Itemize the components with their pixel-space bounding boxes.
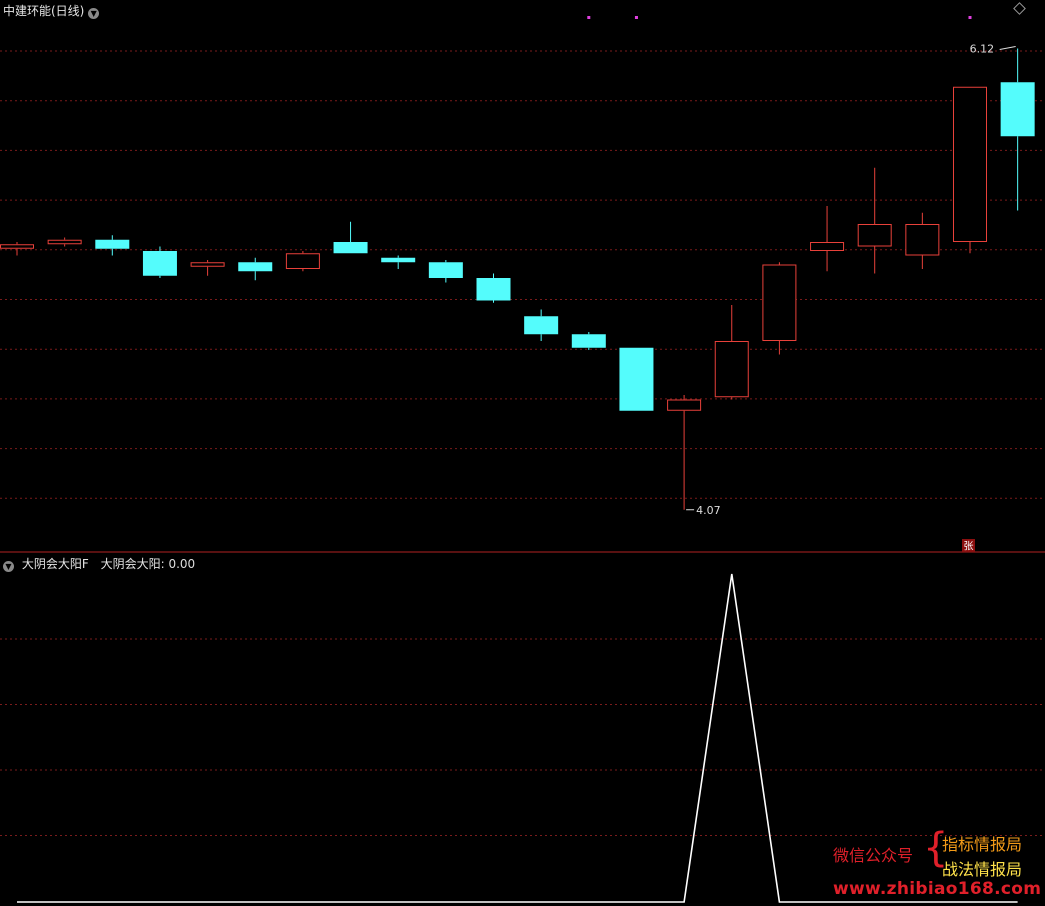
- candle-body: [0, 244, 34, 249]
- candle-body: [714, 341, 749, 398]
- candle-body: [810, 242, 845, 251]
- indicator-title: 大阴会大阳F: [21, 557, 89, 571]
- candle: [428, 260, 463, 283]
- watermark-line2: 战法情报局: [942, 860, 1023, 879]
- indicator-header: ▼ 大阴会大阳F 大阴会大阳: 0.00: [3, 555, 195, 572]
- candle-body: [619, 347, 654, 411]
- indicator-value: 0.00: [168, 557, 196, 571]
- candle-body: [47, 239, 82, 245]
- candle-body: [953, 86, 987, 242]
- candle: [0, 242, 34, 256]
- watermark-url: www.zhibiao168.com: [833, 879, 1042, 899]
- candle: [285, 251, 320, 272]
- chevron-down-icon[interactable]: ▼: [88, 8, 100, 19]
- chevron-down-icon[interactable]: ▼: [3, 561, 14, 572]
- candle-body: [762, 264, 797, 341]
- candle-body: [857, 224, 892, 247]
- candle: [47, 237, 82, 247]
- signal-markers: [587, 16, 972, 19]
- watermark-line1: 指标情报局: [942, 835, 1023, 854]
- candle-body: [667, 399, 702, 411]
- candle: [381, 255, 416, 269]
- watermark-wechat: 微信公众号: [833, 846, 914, 865]
- candle: [238, 257, 273, 281]
- candle: [762, 262, 797, 355]
- candlestick-series: [0, 48, 1035, 510]
- candle-body: [571, 334, 606, 348]
- candle-body: [238, 262, 273, 272]
- high-arrow: [999, 46, 1016, 50]
- chart-header: 中建环能(日线) ▼: [3, 2, 100, 19]
- candle: [571, 332, 606, 350]
- candle: [857, 167, 892, 274]
- candle: [524, 309, 559, 341]
- candle-body: [428, 262, 463, 278]
- candle-body: [142, 251, 177, 276]
- candle-body: [1000, 82, 1035, 137]
- candle: [810, 206, 845, 272]
- candle-body: [524, 316, 559, 335]
- signal-marker: [587, 16, 591, 19]
- candle-body: [190, 262, 225, 267]
- candle: [953, 86, 987, 254]
- candle-body: [333, 242, 368, 254]
- candle-body: [285, 253, 320, 269]
- stock-title: 中建环能(日线): [3, 4, 85, 18]
- zhang-badge: 张: [962, 539, 975, 553]
- candle-body: [381, 257, 416, 263]
- high-price-label: 6.12: [970, 43, 995, 56]
- candle: [476, 273, 511, 303]
- candle: [619, 347, 654, 411]
- signal-marker: [634, 16, 638, 19]
- candle: [333, 221, 368, 254]
- candle-body: [95, 239, 130, 249]
- indicator-series-name: 大阴会大阳: [100, 557, 161, 571]
- indicator-grid: [0, 638, 1045, 836]
- zhang-badge-text: 张: [964, 541, 974, 553]
- candle-body: [905, 224, 940, 256]
- low-price-label: 4.07: [696, 504, 721, 517]
- candle-body: [476, 278, 511, 301]
- candle: [1000, 48, 1035, 211]
- signal-marker: [968, 16, 972, 19]
- candle: [142, 246, 177, 278]
- candle: [190, 260, 225, 276]
- chart-canvas: 6.12 4.07 张: [0, 16, 1045, 903]
- candle: [667, 395, 702, 510]
- candle: [905, 212, 940, 269]
- candle: [95, 235, 130, 256]
- candle: [714, 305, 749, 400]
